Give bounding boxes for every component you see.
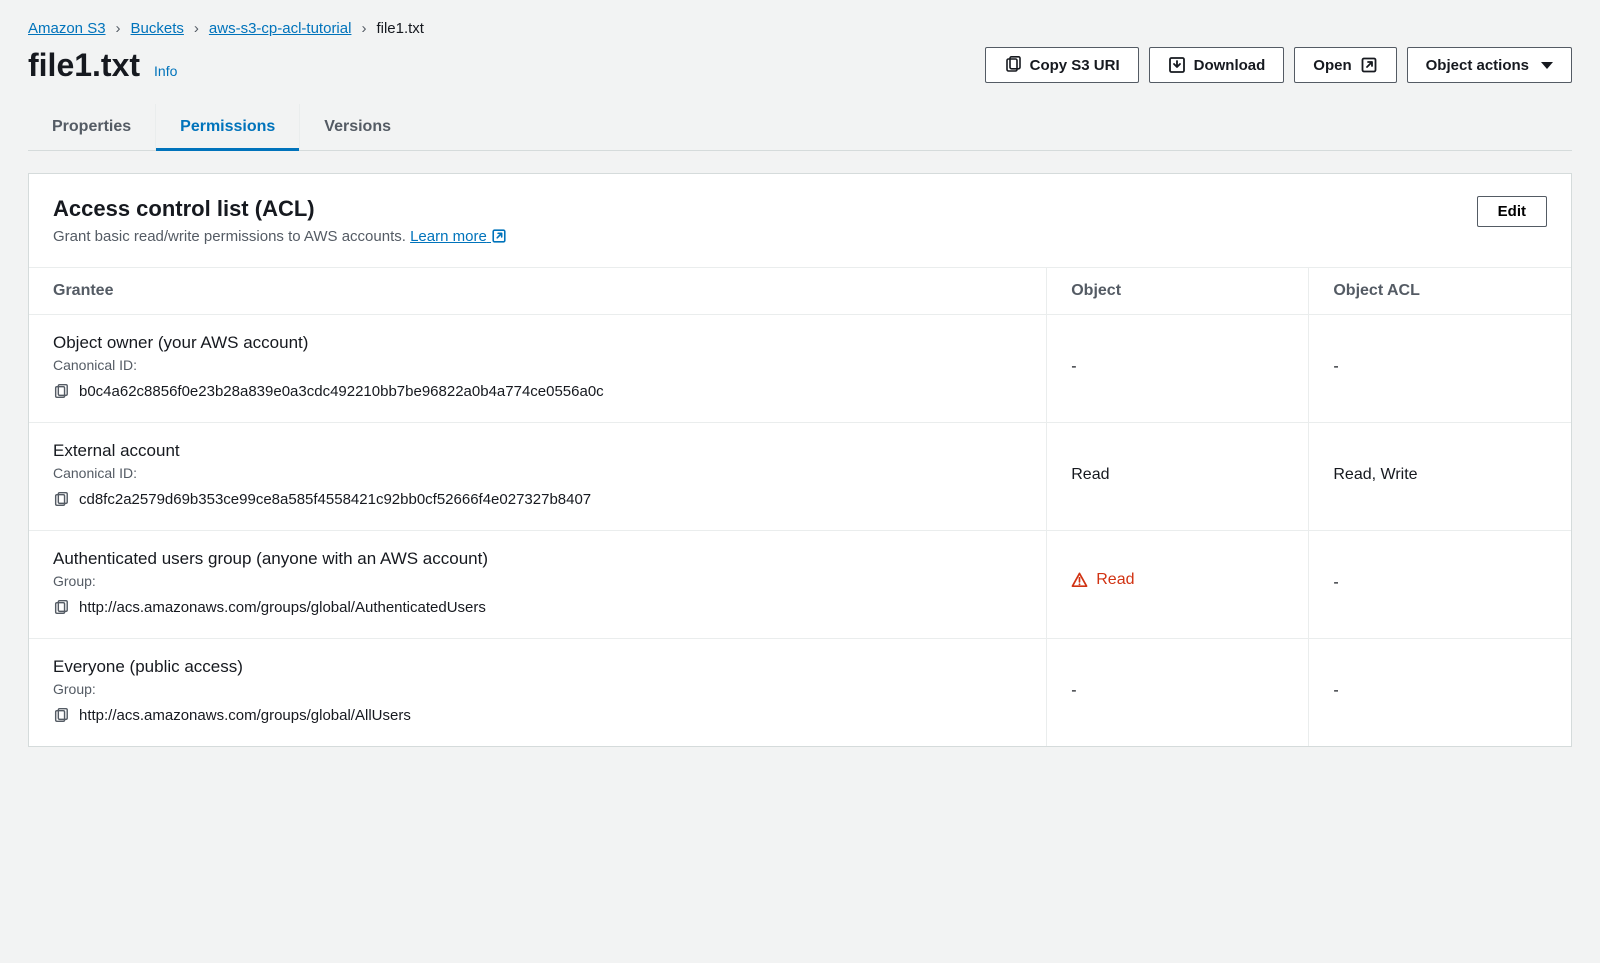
breadcrumb-item: aws-s3-cp-acl-tutorial	[209, 20, 352, 37]
open-button[interactable]: Open	[1294, 47, 1396, 83]
object-cell: -	[1047, 639, 1309, 747]
panel-title: Access control list (ACL)	[53, 196, 507, 222]
grantee-cell: Authenticated users group (anyone with a…	[29, 531, 1047, 639]
col-object-acl: Object ACL	[1309, 268, 1571, 315]
copy-id-button[interactable]	[53, 492, 69, 508]
warning-icon	[1071, 572, 1088, 589]
object-name: file1.txt	[28, 47, 140, 84]
breadcrumb-current: file1.txt	[376, 20, 424, 37]
grantee-cell: External account Canonical ID: cd8fc2a2579…	[29, 423, 1047, 531]
object-permission: -	[1071, 358, 1076, 375]
grantee-title: External account	[53, 441, 1022, 461]
breadcrumb-link-buckets[interactable]: Buckets	[131, 20, 184, 37]
object-permission: Read	[1071, 466, 1109, 483]
object-acl-cell: Read, Write	[1309, 423, 1571, 531]
button-label: Open	[1313, 57, 1351, 74]
object-acl-cell: -	[1309, 315, 1571, 423]
external-link-icon	[1360, 56, 1378, 74]
breadcrumb-link-bucket[interactable]: aws-s3-cp-acl-tutorial	[209, 20, 352, 37]
grantee-id-label: Canonical ID:	[53, 465, 1022, 481]
table-row: Authenticated users group (anyone with a…	[29, 531, 1571, 639]
chevron-right-icon: ›	[194, 20, 199, 37]
grantee-id-label: Group:	[53, 573, 1022, 589]
object-permission: -	[1071, 682, 1076, 699]
object-acl-permission: -	[1333, 358, 1338, 375]
object-cell: Read	[1047, 531, 1309, 639]
grantee-id-label: Group:	[53, 681, 1022, 697]
grantee-id-value: b0c4a62c8856f0e23b28a839e0a3cdc492210bb7…	[79, 383, 604, 400]
page-header: file1.txt Info Copy S3 URI Download Open…	[28, 47, 1572, 104]
grantee-id-value: cd8fc2a2579d69b353ce99ce8a585f4558421c92…	[79, 491, 591, 508]
edit-button[interactable]: Edit	[1477, 196, 1547, 227]
col-object: Object	[1047, 268, 1309, 315]
page-title: file1.txt Info	[28, 47, 177, 84]
object-cell: -	[1047, 315, 1309, 423]
table-row: Everyone (public access) Group: http://acs…	[29, 639, 1571, 747]
button-label: Copy S3 URI	[1030, 57, 1120, 74]
tab-permissions[interactable]: Permissions	[156, 104, 300, 150]
panel-description-text: Grant basic read/write permissions to AW…	[53, 228, 410, 245]
acl-panel: Access control list (ACL) Grant basic re…	[28, 173, 1572, 747]
grantee-id-value: http://acs.amazonaws.com/groups/global/A…	[79, 707, 411, 724]
object-acl-permission: -	[1333, 682, 1338, 699]
grantee-id-value: http://acs.amazonaws.com/groups/global/A…	[79, 599, 486, 616]
copy-s3-uri-button[interactable]: Copy S3 URI	[985, 47, 1139, 83]
chevron-right-icon: ›	[361, 20, 366, 37]
download-icon	[1168, 56, 1186, 74]
panel-header: Access control list (ACL) Grant basic re…	[29, 174, 1571, 267]
caret-down-icon	[1541, 62, 1553, 69]
table-row: Object owner (your AWS account) Canonical…	[29, 315, 1571, 423]
breadcrumb-item: Amazon S3	[28, 20, 106, 37]
grantee-cell: Object owner (your AWS account) Canonical…	[29, 315, 1047, 423]
acl-table: Grantee Object Object ACL Object owner (…	[29, 267, 1571, 746]
grantee-cell: Everyone (public access) Group: http://acs…	[29, 639, 1047, 747]
button-label: Object actions	[1426, 57, 1529, 74]
grantee-title: Everyone (public access)	[53, 657, 1022, 677]
object-acl-cell: -	[1309, 531, 1571, 639]
grantee-title: Authenticated users group (anyone with a…	[53, 549, 1022, 569]
object-cell: Read	[1047, 423, 1309, 531]
breadcrumb-item: Buckets	[131, 20, 184, 37]
panel-description: Grant basic read/write permissions to AW…	[53, 228, 507, 245]
table-row: External account Canonical ID: cd8fc2a2579…	[29, 423, 1571, 531]
copy-id-button[interactable]	[53, 384, 69, 400]
tabs: Properties Permissions Versions	[28, 104, 1572, 151]
object-acl-cell: -	[1309, 639, 1571, 747]
object-permission-warning: Read	[1071, 571, 1134, 589]
col-grantee: Grantee	[29, 268, 1047, 315]
chevron-right-icon: ›	[116, 20, 121, 37]
copy-id-button[interactable]	[53, 708, 69, 724]
copy-id-button[interactable]	[53, 600, 69, 616]
external-link-icon	[491, 228, 507, 244]
copy-icon	[1004, 56, 1022, 74]
grantee-title: Object owner (your AWS account)	[53, 333, 1022, 353]
tab-properties[interactable]: Properties	[28, 104, 156, 150]
tab-versions[interactable]: Versions	[300, 104, 415, 150]
download-button[interactable]: Download	[1149, 47, 1285, 83]
object-actions-button[interactable]: Object actions	[1407, 47, 1572, 83]
breadcrumb: Amazon S3 › Buckets › aws-s3-cp-acl-tuto…	[28, 20, 1572, 37]
button-label: Download	[1194, 57, 1266, 74]
info-link[interactable]: Info	[154, 63, 177, 79]
header-actions: Copy S3 URI Download Open Object actions	[985, 47, 1572, 83]
breadcrumb-link-s3[interactable]: Amazon S3	[28, 20, 106, 37]
grantee-id-label: Canonical ID:	[53, 357, 1022, 373]
object-acl-permission: Read, Write	[1333, 466, 1417, 483]
learn-more-link[interactable]: Learn more	[410, 228, 507, 245]
object-acl-permission: -	[1333, 574, 1338, 591]
